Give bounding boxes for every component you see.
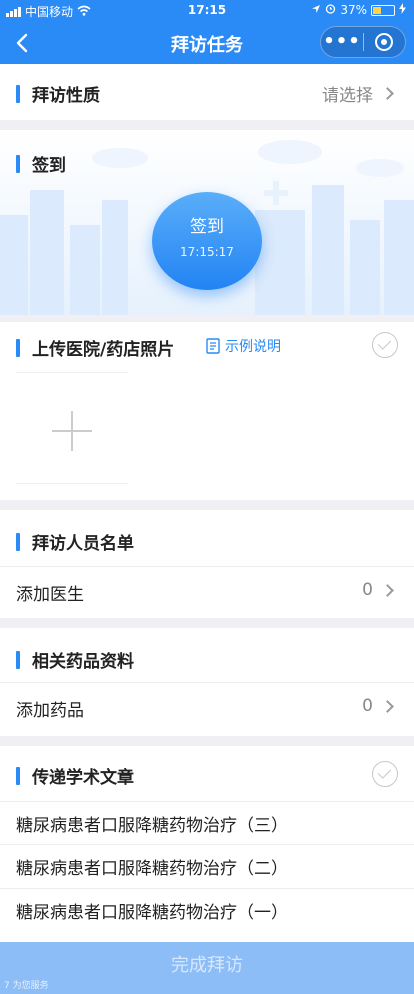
article-item[interactable]: 糖尿病患者口服降糖药物治疗（一） <box>0 889 414 932</box>
add-drug-row[interactable]: 添加药品 0 <box>0 683 414 735</box>
signin-button-label: 签到 <box>190 217 224 237</box>
app-header: 中国移动 17:15 37% 拜访任务 ••• <box>0 0 414 64</box>
visit-nature-placeholder: 请选择 <box>322 86 373 106</box>
chevron-right-icon <box>381 87 394 100</box>
add-photo-button[interactable] <box>16 372 128 484</box>
signin-title: 签到 <box>16 151 66 176</box>
article-title: 糖尿病患者口服降糖药物治疗（二） <box>16 859 288 879</box>
target-icon <box>375 33 394 51</box>
section-accent-bar <box>16 338 20 357</box>
section-accent-bar <box>16 532 20 551</box>
close-miniprogram-button[interactable] <box>364 33 405 51</box>
visit-nature-row[interactable]: 拜访性质 请选择 <box>0 64 414 120</box>
articles-section: 传递学术文章 糖尿病患者口服降糖药物治疗（三） 糖尿病患者口服降糖药物治疗（二）… <box>0 746 414 942</box>
upload-check-icon <box>372 332 398 358</box>
add-doctor-row[interactable]: 添加医生 0 <box>0 567 414 618</box>
section-accent-bar <box>16 154 20 173</box>
visitors-section: 拜访人员名单 添加医生 0 <box>0 510 414 618</box>
articles-title: 传递学术文章 <box>16 763 134 788</box>
battery-icon <box>371 4 395 16</box>
chevron-right-icon <box>381 583 394 597</box>
article-title: 糖尿病患者口服降糖药物治疗（一） <box>16 903 288 923</box>
article-title: 糖尿病患者口服降糖药物治疗（三） <box>16 816 288 836</box>
charging-icon <box>399 3 406 17</box>
add-doctor-label: 添加医生 <box>16 585 84 605</box>
drugs-label: 相关药品资料 <box>32 652 134 672</box>
article-item[interactable]: 糖尿病患者口服降糖药物治疗（三） <box>0 802 414 845</box>
nav-bar: 拜访任务 ••• <box>0 22 414 64</box>
drugs-title: 相关药品资料 <box>16 647 134 672</box>
plus-icon-vertical <box>71 411 73 451</box>
visit-nature-select[interactable]: 请选择 <box>322 81 394 106</box>
visitors-label: 拜访人员名单 <box>32 534 134 554</box>
alarm-icon <box>325 3 336 17</box>
more-button[interactable]: ••• <box>321 27 363 57</box>
add-drug-label: 添加药品 <box>16 701 84 721</box>
status-bar: 中国移动 17:15 37% <box>0 0 414 22</box>
article-item[interactable]: 糖尿病患者口服降糖药物治疗（二） <box>0 845 414 888</box>
signin-clock: 17:15:17 <box>180 245 234 259</box>
complete-visit-button[interactable]: 完成拜访 <box>0 942 414 994</box>
visitors-title: 拜访人员名单 <box>16 529 134 554</box>
signin-section-label: 签到 <box>32 156 66 176</box>
signin-button[interactable]: 签到 17:15:17 <box>152 192 262 290</box>
doctor-count-value: 0 <box>362 580 373 600</box>
drug-count-value: 0 <box>362 696 373 716</box>
doctor-count: 0 <box>362 580 394 600</box>
articles-check-icon <box>372 761 398 787</box>
watermark-text: 7 为您服务 <box>4 981 49 991</box>
battery-percent: 37% <box>340 3 367 17</box>
visit-nature-label: 拜访性质 <box>32 86 100 106</box>
articles-label: 传递学术文章 <box>32 768 134 788</box>
chevron-right-icon <box>381 699 394 713</box>
document-icon <box>206 338 220 354</box>
drugs-section: 相关药品资料 添加药品 0 <box>0 628 414 736</box>
location-icon <box>311 3 321 17</box>
upload-label: 上传医院/药店照片 <box>32 340 175 360</box>
miniprogram-capsule: ••• <box>320 26 406 58</box>
drug-count: 0 <box>362 696 394 716</box>
status-right: 37% <box>311 3 406 17</box>
section-accent-bar <box>16 650 20 669</box>
upload-title: 上传医院/药店照片 <box>16 335 174 360</box>
example-link[interactable]: 示例说明 <box>206 336 281 356</box>
section-accent-bar <box>16 766 20 785</box>
section-accent-bar <box>16 84 20 103</box>
visit-nature-title: 拜访性质 <box>16 81 100 106</box>
example-link-label: 示例说明 <box>225 339 281 355</box>
